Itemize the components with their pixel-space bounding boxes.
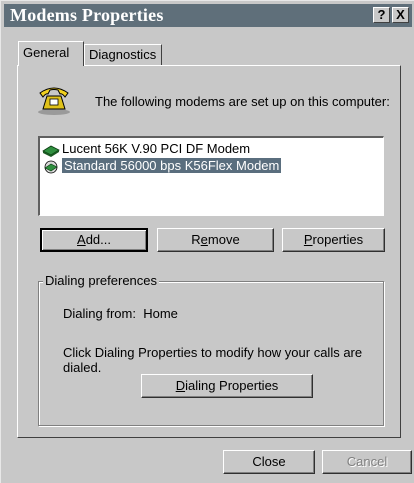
- general-tab-panel: The following modems are set up on this …: [17, 65, 401, 438]
- tab-diagnostics[interactable]: Diagnostics: [84, 44, 162, 66]
- dialing-from: Dialing from: Home: [63, 306, 178, 321]
- modem-list-item[interactable]: Lucent 56K V.90 PCI DF Modem: [42, 140, 250, 157]
- add-button-label: dd...: [85, 232, 111, 247]
- group-label: Dialing preferences: [43, 273, 160, 288]
- modems-properties-window: Modems Properties ? X General Diagnostic…: [0, 0, 414, 483]
- close-window-button[interactable]: X: [392, 7, 409, 23]
- dialing-description: Click Dialing Properties to modify how y…: [63, 345, 363, 375]
- dialing-button-label: ialing Properties: [185, 378, 279, 393]
- tab-general[interactable]: General: [18, 41, 84, 66]
- window-title: Modems Properties: [10, 5, 164, 25]
- tab-diagnostics-label: Diagnostics: [89, 47, 157, 62]
- remove-button-label-end: move: [207, 232, 240, 247]
- dialing-from-value: Home: [143, 306, 178, 321]
- properties-button[interactable]: Properties: [282, 228, 385, 252]
- dialing-properties-button[interactable]: Dialing Properties: [141, 374, 313, 398]
- intro-text: The following modems are set up on this …: [95, 94, 390, 109]
- close-button[interactable]: Close: [223, 450, 315, 474]
- dialing-button-mnemonic: D: [175, 378, 186, 393]
- help-button[interactable]: ?: [373, 7, 390, 23]
- modem-list[interactable]: Lucent 56K V.90 PCI DF Modem Standard 56…: [38, 136, 384, 216]
- cancel-button[interactable]: Cancel: [322, 450, 412, 474]
- add-button[interactable]: Add...: [40, 228, 148, 252]
- telephone-icon: [38, 87, 70, 115]
- modem-icon: [44, 160, 58, 173]
- dialing-from-label: Dialing from:: [63, 306, 136, 321]
- modem-icon: [42, 145, 60, 157]
- modem-list-item-selected[interactable]: Standard 56000 bps K56Flex Modem: [42, 157, 282, 174]
- add-button-mnemonic: A: [77, 232, 86, 247]
- remove-button-label-start: R: [191, 232, 201, 247]
- modem-name: Lucent 56K V.90 PCI DF Modem: [62, 141, 251, 156]
- remove-button[interactable]: Remove: [157, 228, 274, 252]
- tab-general-label: General: [23, 45, 70, 60]
- title-bar[interactable]: Modems Properties ? X: [4, 4, 412, 27]
- properties-button-label: roperties: [312, 232, 364, 247]
- modem-name: Standard 56000 bps K56Flex Modem: [62, 158, 282, 173]
- properties-button-mnemonic: P: [303, 232, 313, 247]
- remove-button-mnemonic: e: [200, 232, 208, 247]
- dialing-preferences-group: Dialing preferences Dialing from: Home C…: [38, 273, 384, 426]
